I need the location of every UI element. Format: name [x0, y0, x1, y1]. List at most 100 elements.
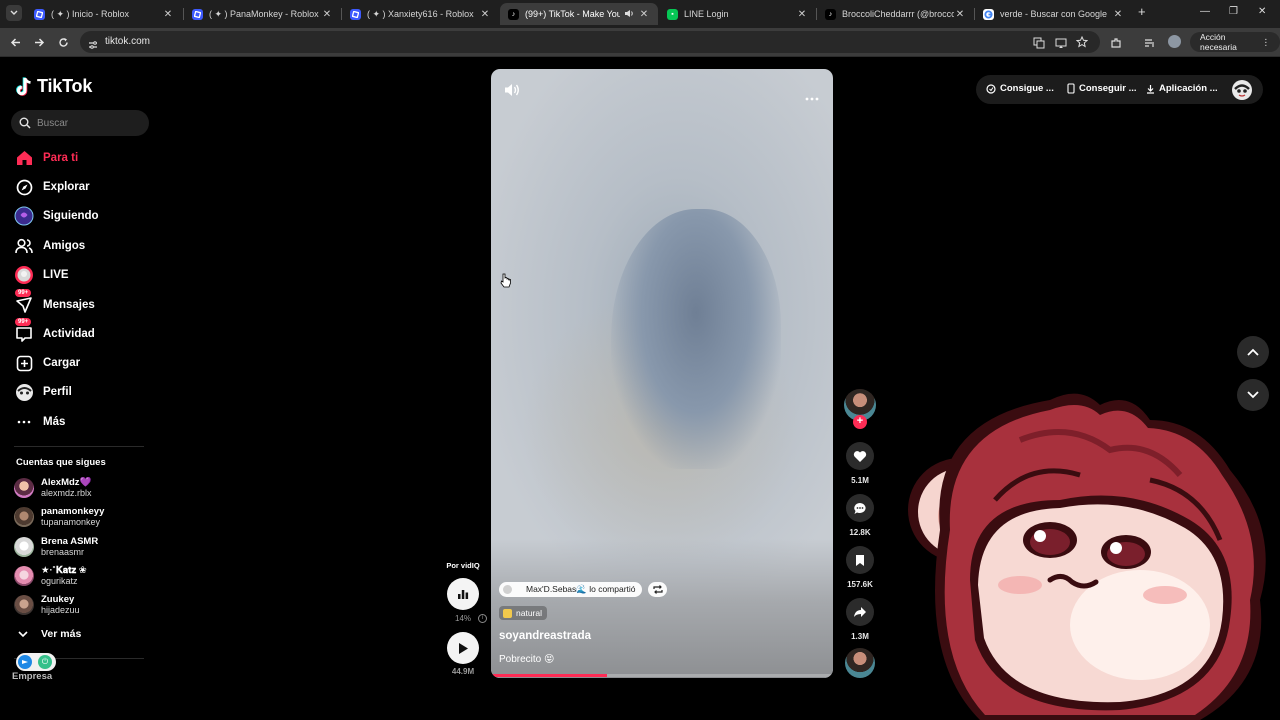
comment-button[interactable]: [846, 494, 874, 522]
chevron-down-icon: [18, 630, 28, 637]
vidiq-percent: 14%: [455, 614, 472, 623]
new-tab-button[interactable]: +: [1138, 4, 1146, 19]
save-count: 157.6K: [847, 580, 873, 589]
profile-avatar-icon[interactable]: [1168, 35, 1181, 48]
nav-item-mensajes[interactable]: 99+ Mensajes: [14, 289, 95, 316]
business-link[interactable]: Empresa: [12, 671, 52, 682]
bar-chart-icon: [458, 590, 469, 599]
nav-item-para-ti[interactable]: Para ti: [14, 147, 78, 169]
previous-video-button[interactable]: [1237, 336, 1269, 368]
translate-icon[interactable]: [1033, 36, 1045, 54]
like-button[interactable]: [846, 442, 874, 470]
tiktok-logo[interactable]: TikTok: [16, 76, 92, 97]
browser-tab-active[interactable]: ♪ (99+) TikTok - Make Your Da ✕: [500, 3, 658, 25]
browser-tab[interactable]: ( ✦ ) Xanxiety616 - Roblox ✕: [342, 3, 499, 25]
mouse-cursor-icon: [500, 273, 511, 288]
nav-item-explorar[interactable]: Explorar: [14, 176, 90, 198]
search-bar[interactable]: [11, 110, 149, 136]
get-button[interactable]: Conseguir ...: [1067, 83, 1137, 94]
profile-icon: [14, 382, 34, 402]
get-coins-button[interactable]: Consigue ...: [986, 83, 1054, 94]
sound-disc-avatar[interactable]: [845, 648, 875, 678]
tab-search-button[interactable]: [6, 5, 22, 21]
close-tab-icon[interactable]: ✕: [321, 9, 333, 20]
business-toggle[interactable]: ⏻: [16, 653, 56, 671]
upload-icon: [14, 353, 34, 373]
browser-tab[interactable]: ♪ BroccoliCheddarrr (@broccolich ✕: [817, 3, 974, 25]
avatar: [14, 595, 34, 615]
effect-icon: [503, 608, 512, 618]
close-tab-icon[interactable]: ✕: [796, 9, 808, 20]
bookmark-star-icon[interactable]: [1075, 35, 1089, 53]
close-tab-icon[interactable]: ✕: [1112, 9, 1124, 20]
nav-item-perfil[interactable]: Perfil: [14, 381, 72, 403]
nav-item-live[interactable]: LIVE: [14, 264, 69, 286]
browser-tab[interactable]: verde - Buscar con Google ✕: [975, 3, 1132, 25]
coin-icon: [986, 83, 996, 94]
play-button[interactable]: [447, 632, 479, 664]
browser-tab[interactable]: ( ✦ ) PanaMonkey - Roblox ✕: [184, 3, 341, 25]
nav-item-siguiendo[interactable]: Siguiendo: [14, 205, 99, 227]
vidiq-stats-button[interactable]: [447, 578, 479, 610]
more-options-icon[interactable]: [805, 88, 819, 106]
site-info-icon[interactable]: [88, 37, 98, 55]
close-tab-icon[interactable]: ✕: [479, 9, 491, 20]
line-icon: ▪: [667, 8, 678, 20]
repost-button[interactable]: [648, 582, 667, 597]
power-icon: ⏻: [38, 655, 52, 669]
back-button[interactable]: [6, 33, 24, 51]
reload-button[interactable]: [54, 33, 72, 51]
close-tab-icon[interactable]: ✕: [162, 9, 174, 20]
follow-button[interactable]: +: [853, 415, 867, 429]
followed-account[interactable]: Brena ASMR brenaasmr: [14, 536, 98, 558]
effects-icon: [18, 655, 32, 669]
video-progress-bar[interactable]: [491, 674, 833, 677]
minimize-button[interactable]: —: [1200, 6, 1210, 17]
sidebar-divider: [14, 446, 144, 447]
user-avatar[interactable]: [1232, 80, 1252, 100]
followed-account[interactable]: panamonkeyy tupanamonkey: [14, 506, 104, 528]
following-icon: [14, 206, 34, 226]
browser-tab[interactable]: ▪ LINE Login ✕: [659, 3, 816, 25]
cast-icon[interactable]: [1055, 36, 1067, 54]
messages-icon: 99+: [14, 289, 34, 315]
share-button[interactable]: [846, 598, 874, 626]
nav-item-cargar[interactable]: Cargar: [14, 352, 80, 374]
window-close-button[interactable]: ✕: [1258, 6, 1266, 17]
search-input[interactable]: [37, 117, 137, 129]
extensions-icon[interactable]: [1110, 36, 1122, 54]
home-icon: [14, 148, 34, 168]
forward-button[interactable]: [30, 33, 48, 51]
page-divider: [0, 56, 1280, 57]
save-button[interactable]: [846, 546, 874, 574]
volume-icon[interactable]: [504, 83, 520, 102]
nav-item-mas[interactable]: Más: [14, 411, 65, 433]
video-player[interactable]: Max'D.Sebas🌊 lo compartió natural soyand…: [491, 69, 833, 678]
tiktok-icon: ♪: [508, 8, 519, 20]
video-frame-detail: [611, 209, 781, 469]
followed-account[interactable]: AlexMdz💜 alexmdz.rblx: [14, 477, 92, 499]
followed-account[interactable]: ★·˚𝐊𝐚𝐭𝐳 ❀ ogurikatz: [14, 565, 87, 587]
see-more-button[interactable]: Ver más: [18, 628, 81, 640]
address-toolbar: tiktok.com Acción necesaria ⋮: [0, 28, 1280, 56]
effect-tag[interactable]: natural: [499, 606, 547, 620]
close-tab-icon[interactable]: ✕: [954, 9, 966, 20]
media-control-icon[interactable]: [1144, 36, 1156, 54]
nav-item-actividad[interactable]: 99+ Actividad: [14, 318, 95, 345]
omnibox[interactable]: tiktok.com: [80, 31, 1100, 53]
nav-item-amigos[interactable]: Amigos: [14, 235, 85, 257]
speaker-icon[interactable]: [624, 9, 634, 20]
like-count: 5.1M: [851, 476, 869, 485]
browser-tab[interactable]: ( ✦ ) Inicio - Roblox ✕: [26, 3, 182, 25]
chevron-up-icon: [1247, 348, 1259, 356]
kebab-menu-icon[interactable]: ⋮: [1262, 37, 1271, 48]
repost-info[interactable]: Max'D.Sebas🌊 lo compartió: [499, 582, 642, 597]
action-needed-button[interactable]: Acción necesaria ⋮: [1190, 32, 1280, 52]
tiktok-logo-icon: [16, 76, 31, 96]
followed-account[interactable]: Zuukey hijadezuu: [14, 594, 80, 616]
info-icon[interactable]: i: [478, 614, 487, 623]
close-tab-icon[interactable]: ✕: [638, 9, 650, 20]
restore-button[interactable]: ❐: [1229, 6, 1238, 17]
video-author[interactable]: soyandreastrada: [499, 630, 591, 642]
get-app-button[interactable]: Aplicación ...: [1146, 83, 1218, 94]
